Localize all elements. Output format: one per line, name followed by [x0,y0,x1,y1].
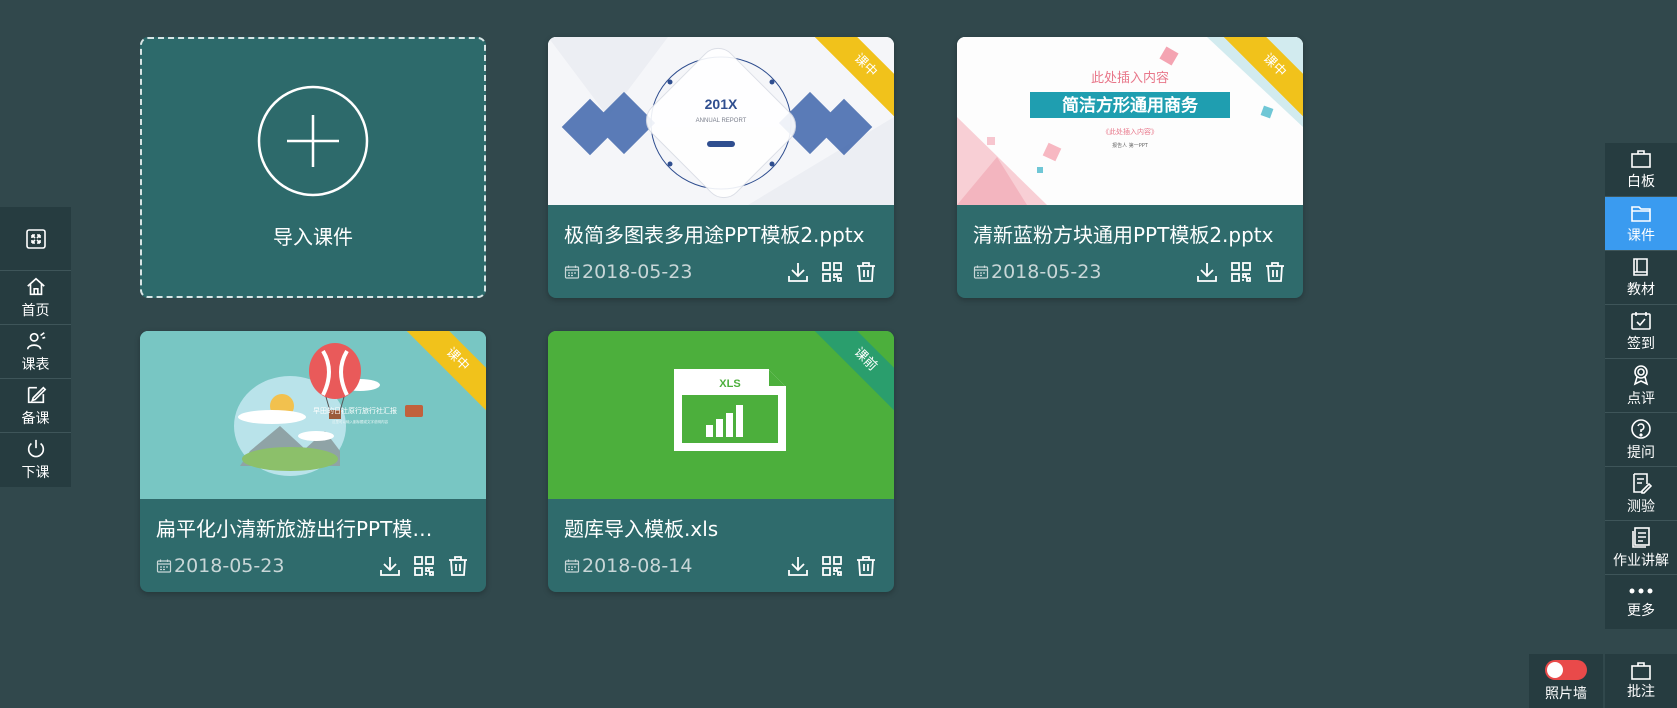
qrcode-icon[interactable] [1229,260,1253,284]
calendar-icon [973,265,989,279]
fullscreen-icon [25,228,46,249]
thumb-top: 此处插入内容 [1091,70,1169,86]
card-date: 2018-05-23 [564,261,692,283]
thumb-subtitle: ANNUAL REPORT [696,118,747,124]
card-date-text: 2018-05-23 [582,261,693,283]
thumb-title: 早田的日社原行旅行社汇报 [313,406,397,415]
fullscreen-button[interactable] [0,207,71,271]
home-icon [26,277,45,295]
tool-question[interactable]: 提问 [1605,413,1677,467]
tool-more-label: 更多 [1627,603,1655,619]
card-thumbnail: 此处插入内容 简洁方形通用商务 《此处插入内容》 报告人 第一PPT 课中 [957,37,1303,205]
quiz-icon [1633,472,1652,494]
card-thumbnail: 201X ANNUAL REPORT 课中 [548,37,894,205]
folder-icon [1631,205,1651,222]
book-icon [1633,257,1648,276]
toggle-switch[interactable] [1545,659,1587,680]
question-icon [1631,418,1651,439]
trash-icon[interactable] [446,554,470,578]
nav-home[interactable]: 首页 [0,271,71,325]
card-title: 极简多图表多用途PPT模板2.pptx [564,223,865,247]
card-thumbnail: XLS 课前 [548,331,894,499]
tool-question-label: 提问 [1627,444,1655,461]
xls-label: XLS [719,378,740,390]
tool-quiz[interactable]: 测验 [1605,467,1677,521]
courseware-card[interactable]: 201X ANNUAL REPORT 课中 极简多图表多用途PPT模板2.ppt… [548,37,894,298]
award-icon [1633,364,1649,386]
thumb-sub: 这里可以输入副标题或文字说明内容 [332,419,388,424]
tool-checkin-label: 签到 [1627,335,1655,352]
download-icon[interactable] [786,554,810,578]
courseware-card[interactable]: XLS 课前 题库导入模板.xls 2018-08-14 [548,331,894,592]
card-date: 2018-05-23 [156,555,284,577]
import-courseware-label: 导入课件 [273,225,353,249]
nav-end-class[interactable]: 下课 [0,433,71,487]
right-toolbar: 白板 课件 教材 签到 点评 提问 测验 作业讲解 更多 [1605,143,1677,629]
import-courseware-card[interactable]: 导入课件 [140,37,486,298]
card-date-text: 2018-05-23 [991,261,1102,283]
tool-textbook-label: 教材 [1627,281,1655,298]
tool-whiteboard-label: 白板 [1627,173,1655,190]
courseware-card[interactable]: 此处插入内容 简洁方形通用商务 《此处插入内容》 报告人 第一PPT 课中 清新… [957,37,1303,298]
qrcode-icon[interactable] [820,554,844,578]
nav-end-class-label: 下课 [21,465,50,481]
download-icon[interactable] [786,260,810,284]
trash-icon[interactable] [854,260,878,284]
left-toolbar: 首页 课表 备课 下课 [0,207,71,487]
card-date: 2018-08-14 [564,555,692,577]
tool-homework[interactable]: 作业讲解 [1605,521,1677,575]
checkin-icon [1631,311,1651,330]
tool-whiteboard[interactable]: 白板 [1605,143,1677,197]
edit-icon [27,385,46,403]
user-schedule-icon [26,331,45,349]
photo-wall-label: 照片墙 [1545,685,1587,702]
annotate-label: 批注 [1627,684,1655,700]
trash-icon[interactable] [854,554,878,578]
annotate-icon [1631,662,1651,680]
thumb-tiny: 报告人 第一PPT [1112,142,1149,149]
tool-homework-label: 作业讲解 [1613,552,1669,569]
card-date: 2018-05-23 [973,261,1101,283]
nav-schedule-label: 课表 [21,356,50,373]
card-title: 清新蓝粉方块通用PPT模板2.pptx [973,223,1274,247]
tool-courseware[interactable]: 课件 [1605,197,1677,251]
tool-more[interactable]: 更多 [1605,575,1677,629]
tool-courseware-label: 课件 [1627,227,1655,244]
photo-wall-toggle[interactable]: 照片墙 [1529,654,1603,708]
nav-prepare[interactable]: 备课 [0,379,71,433]
calendar-icon [564,265,580,279]
bottom-right-controls: 照片墙 批注 [1529,654,1677,708]
download-icon[interactable] [378,554,402,578]
card-date-text: 2018-08-14 [582,555,693,577]
tool-checkin[interactable]: 签到 [1605,305,1677,359]
whiteboard-icon [1631,149,1651,168]
tool-quiz-label: 测验 [1627,498,1655,515]
nav-home-label: 首页 [21,302,50,319]
card-title: 扁平化小清新旅游出行PPT模… [156,517,433,541]
thumb-title: 201X [705,96,738,112]
homework-icon [1632,526,1650,548]
calendar-icon [156,559,172,573]
card-title: 题库导入模板.xls [564,517,719,541]
download-icon[interactable] [1195,260,1219,284]
card-date-text: 2018-05-23 [174,555,285,577]
annotate-button[interactable]: 批注 [1605,654,1677,708]
qrcode-icon[interactable] [412,554,436,578]
thumb-title: 简洁方形通用商务 [1062,95,1199,116]
calendar-icon [564,559,580,573]
tool-review[interactable]: 点评 [1605,359,1677,413]
plus-circle-icon [257,85,369,197]
card-thumbnail: 早田的日社原行旅行社汇报 这里可以输入副标题或文字说明内容 课中 [140,331,486,499]
tool-review-label: 点评 [1627,390,1655,407]
nav-schedule[interactable]: 课表 [0,325,71,379]
power-icon [27,439,44,458]
trash-icon[interactable] [1263,260,1287,284]
courseware-card[interactable]: 早田的日社原行旅行社汇报 这里可以输入副标题或文字说明内容 课中 扁平化小清新旅… [140,331,486,592]
tool-textbook[interactable]: 教材 [1605,251,1677,305]
thumb-sub: 《此处插入内容》 [1102,127,1158,136]
nav-prepare-label: 备课 [21,410,50,427]
more-icon [1629,588,1653,594]
qrcode-icon[interactable] [820,260,844,284]
